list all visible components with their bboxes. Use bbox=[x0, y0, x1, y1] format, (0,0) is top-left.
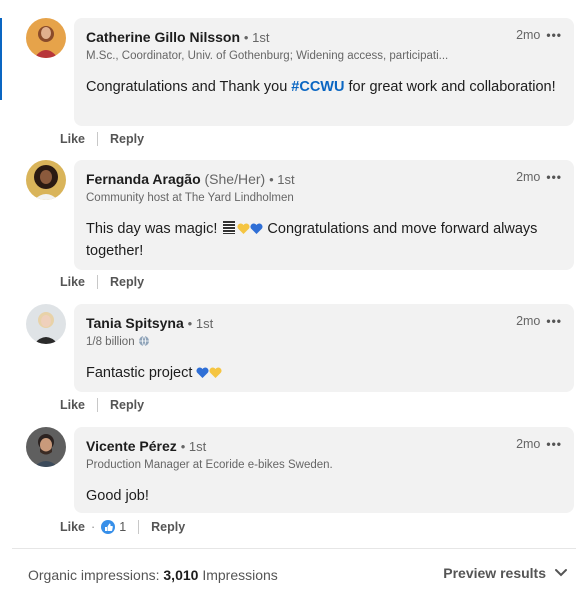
author-row: Catherine Gillo Nilsson • 1st bbox=[86, 28, 562, 47]
hashtag-link[interactable]: #CCWU bbox=[291, 79, 344, 95]
chevron-down-icon bbox=[555, 569, 567, 577]
avatar-image bbox=[26, 427, 66, 467]
yellow-heart-icon bbox=[209, 367, 222, 378]
connection-degree: • 1st bbox=[187, 316, 214, 331]
author-row: Tania Spitsyna • 1st bbox=[86, 314, 562, 333]
avatar[interactable] bbox=[26, 160, 66, 200]
comment-actions: Like · 1 Reply bbox=[60, 520, 185, 534]
author-pronouns: (She/Her) bbox=[204, 171, 266, 187]
comment-text-part: for great work and collaboration! bbox=[344, 79, 556, 95]
globe-icon bbox=[138, 335, 149, 347]
reply-button[interactable]: Reply bbox=[151, 520, 185, 534]
avatar-image bbox=[26, 160, 66, 200]
post-footer: Organic impressions: 3,010 Impressions P… bbox=[12, 548, 576, 597]
comment: Fernanda Aragão (She/Her) • 1st Communit… bbox=[26, 160, 574, 270]
author-name[interactable]: Catherine Gillo Nilsson bbox=[86, 29, 240, 45]
like-button[interactable]: Like bbox=[60, 275, 85, 289]
avatar-image bbox=[26, 18, 66, 58]
comment-text-part: This day was magic! bbox=[86, 221, 218, 237]
left-edge-indicator bbox=[0, 18, 2, 100]
more-options-icon[interactable]: ••• bbox=[546, 170, 562, 184]
divider bbox=[138, 520, 140, 534]
comment: Vicente Pérez • 1st Production Manager a… bbox=[26, 427, 574, 513]
avatar[interactable] bbox=[26, 18, 66, 58]
comment-text: Fantastic project bbox=[86, 362, 562, 384]
author-row: Fernanda Aragão (She/Her) • 1st bbox=[86, 170, 562, 189]
flag-icon bbox=[223, 221, 236, 234]
author-headline: Production Manager at Ecoride e-bikes Sw… bbox=[86, 459, 333, 471]
reaction-count[interactable]: 1 bbox=[119, 520, 126, 534]
comment-text: Congratulations and Thank you #CCWU for … bbox=[86, 76, 562, 98]
comment-text: Good job! bbox=[86, 485, 562, 507]
comment-actions: Like Reply bbox=[60, 398, 144, 412]
like-button[interactable]: Like bbox=[60, 520, 85, 534]
preview-results-label: Preview results bbox=[443, 565, 546, 581]
comment-meta: 2mo ••• bbox=[516, 437, 562, 451]
author-name[interactable]: Vicente Pérez bbox=[86, 438, 177, 454]
impressions-value: 3,010 bbox=[163, 567, 199, 583]
avatar-image bbox=[26, 304, 66, 344]
yellow-heart-icon bbox=[237, 223, 250, 234]
impressions-label: Organic impressions: bbox=[28, 567, 160, 583]
comment-bubble: Catherine Gillo Nilsson • 1st M.Sc., Coo… bbox=[74, 18, 574, 126]
comment-bubble: Fernanda Aragão (She/Her) • 1st Communit… bbox=[74, 160, 574, 270]
author-headline: Community host at The Yard Lindholmen bbox=[86, 192, 294, 204]
author-name[interactable]: Fernanda Aragão bbox=[86, 171, 201, 187]
comment-actions: Like Reply bbox=[60, 275, 144, 289]
author-headline: M.Sc., Coordinator, Univ. of Gothenburg;… bbox=[86, 50, 449, 62]
connection-degree: • 1st bbox=[180, 439, 207, 454]
like-button[interactable]: Like bbox=[60, 132, 85, 146]
divider bbox=[97, 132, 99, 146]
author-row: Vicente Pérez • 1st bbox=[86, 437, 562, 456]
comment: Catherine Gillo Nilsson • 1st M.Sc., Coo… bbox=[26, 18, 574, 148]
comment-text-part: Congratulations and Thank you bbox=[86, 79, 292, 95]
avatar[interactable] bbox=[26, 304, 66, 344]
divider bbox=[97, 398, 99, 412]
connection-degree: • 1st bbox=[269, 172, 295, 187]
comment-actions: Like Reply bbox=[60, 132, 144, 146]
timestamp: 2mo bbox=[516, 28, 541, 42]
comment-meta: 2mo ••• bbox=[516, 314, 562, 328]
comment: Tania Spitsyna • 1st 1/8 billion 2mo •••… bbox=[26, 304, 574, 392]
comment-bubble: Tania Spitsyna • 1st 1/8 billion 2mo •••… bbox=[74, 304, 574, 392]
more-options-icon[interactable]: ••• bbox=[546, 28, 562, 42]
avatar[interactable] bbox=[26, 427, 66, 467]
connection-degree: • 1st bbox=[243, 30, 270, 45]
reply-button[interactable]: Reply bbox=[110, 275, 144, 289]
impressions-unit: Impressions bbox=[202, 567, 278, 583]
author-name[interactable]: Tania Spitsyna bbox=[86, 315, 184, 331]
blue-heart-icon bbox=[250, 223, 263, 234]
impressions-summary: Organic impressions: 3,010 Impressions bbox=[28, 567, 278, 583]
reply-button[interactable]: Reply bbox=[110, 132, 144, 146]
timestamp: 2mo bbox=[516, 437, 541, 451]
blue-heart-icon bbox=[196, 367, 209, 378]
divider bbox=[97, 275, 99, 289]
comment-meta: 2mo ••• bbox=[516, 28, 562, 42]
timestamp: 2mo bbox=[516, 314, 541, 328]
comment-text-part: Good job! bbox=[86, 488, 149, 504]
headline-text: 1/8 billion bbox=[86, 336, 135, 348]
more-options-icon[interactable]: ••• bbox=[546, 437, 562, 451]
timestamp: 2mo bbox=[516, 170, 541, 184]
like-reaction-icon[interactable] bbox=[101, 520, 116, 534]
comment-text: This day was magic! Congratulations and … bbox=[86, 218, 562, 262]
author-headline: 1/8 billion bbox=[86, 334, 516, 350]
reply-button[interactable]: Reply bbox=[110, 398, 144, 412]
more-options-icon[interactable]: ••• bbox=[546, 314, 562, 328]
comment-bubble: Vicente Pérez • 1st Production Manager a… bbox=[74, 427, 574, 513]
like-button[interactable]: Like bbox=[60, 398, 85, 412]
preview-results-button[interactable]: Preview results bbox=[443, 565, 568, 581]
comment-text-part: Fantastic project bbox=[86, 365, 193, 381]
separator-dot: · bbox=[91, 520, 96, 534]
comment-meta: 2mo ••• bbox=[516, 170, 562, 184]
